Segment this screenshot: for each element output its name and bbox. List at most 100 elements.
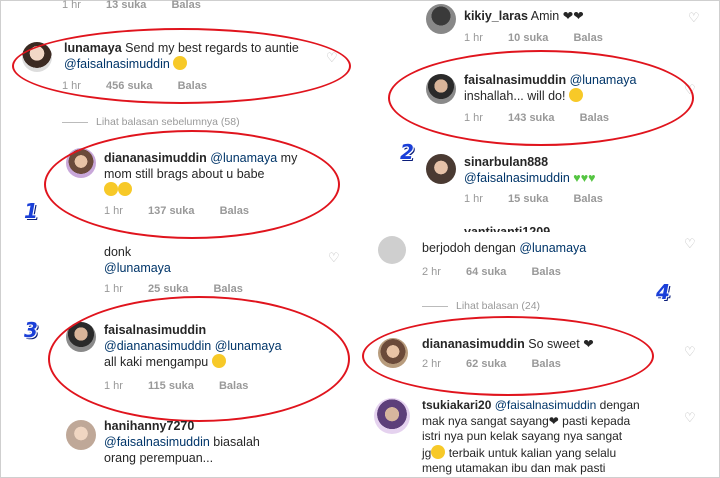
username[interactable]: diananasimuddin [104,151,207,165]
reply-button[interactable]: Balas [220,205,249,217]
comment-time: 1 hr [464,32,483,44]
comment-text: faisalnasimuddin @lunamaya inshallah... … [464,72,694,104]
comment-text: faisalnasimuddin @diananasimuddin @lunam… [104,322,334,370]
like-count[interactable]: 25 suka [148,283,188,295]
mention-link[interactable]: @lunamaya [519,241,586,255]
heart-emoji-icon: ❤ [548,413,559,428]
comment-meta: 2 hr 62 suka Balas [422,358,583,370]
comment-meta: 1 hr 143 suka Balas [464,112,631,124]
username[interactable]: hanihanny7270 [104,419,194,433]
laugh-emoji-icon [118,182,132,196]
username[interactable]: sinarbulan888 [464,155,548,169]
avatar[interactable] [66,420,96,450]
reply-button[interactable]: Balas [219,380,248,392]
laugh-emoji-icon [104,182,118,196]
like-count[interactable]: 456 suka [106,80,152,92]
like-count[interactable]: 62 suka [466,358,506,370]
heart-icon[interactable]: ♡ [684,410,696,426]
comment-body: donk [104,245,132,259]
avatar[interactable] [426,4,456,34]
reply-button[interactable]: Balas [531,358,560,370]
comment-text: diananasimuddin @lunamaya my mom still b… [104,150,344,198]
mention-link[interactable]: @lunamaya [570,73,637,87]
comment-body: Send my best regards to auntie [125,41,299,55]
comment-meta: 1 hr 10 suka Balas [464,32,625,44]
heart-icon[interactable]: ♡ [688,10,700,26]
comment-body: pasti kepada [562,413,631,428]
mention-link[interactable]: @faisalnasimuddin [495,398,597,412]
comment-body: berjodoh dengan [422,241,516,255]
comment-time: 1 hr [104,380,123,392]
avatar[interactable] [378,338,408,368]
comment-meta: 1 hr 13 suka Balas [62,0,223,11]
like-count[interactable]: 13 suka [106,0,146,11]
like-count[interactable]: 143 suka [508,112,554,124]
comment-text: donk @lunamaya [104,244,324,276]
like-count[interactable]: 137 suka [148,205,194,217]
username[interactable]: faisalnasimuddin [104,323,206,337]
comment-time: 2 hr [422,358,441,370]
avatar[interactable] [374,398,410,434]
reply-button[interactable]: Balas [171,0,200,11]
reply-button[interactable]: Balas [531,266,560,278]
annotation-number: 3 [24,318,38,342]
avatar[interactable] [66,148,96,178]
smile-emoji-icon [568,88,583,102]
view-previous-replies[interactable]: Lihat balasan sebelumnya (58) [62,116,240,128]
mention-link[interactable]: @diananasimuddin [104,339,211,353]
reply-button[interactable]: Balas [573,193,602,205]
username[interactable]: kikiy_laras [464,9,528,23]
username[interactable]: faisalnasimuddin [464,73,566,87]
comment-time: 1 hr [464,112,483,124]
heart-icon[interactable]: ♡ [684,82,696,98]
avatar[interactable] [66,322,96,352]
annotation-number: 1 [24,199,38,223]
heart-icon[interactable]: ♡ [684,236,696,252]
avatar[interactable] [426,154,456,184]
like-count[interactable]: 64 suka [466,266,506,278]
username[interactable]: lunamaya [64,41,122,55]
comment-body: terbaik untuk kalian yang selalu [448,445,617,460]
comment-text: berjodoh dengan @lunamaya [422,240,682,256]
comment-meta: 1 hr 25 suka Balas [104,283,265,295]
mention-link[interactable]: @lunamaya [210,151,277,165]
username[interactable]: diananasimuddin [422,337,525,351]
avatar[interactable] [426,74,456,104]
comment-text: lunamaya Send my best regards to auntie … [64,40,324,72]
heart-icon[interactable]: ♡ [684,344,696,360]
mention-link[interactable]: @faisalnasimuddin [464,171,570,185]
like-count[interactable]: 10 suka [508,32,548,44]
heart-emoji-icon: ❤ [583,337,594,351]
comment-time: 1 hr [104,205,123,217]
heart-icon[interactable]: ♡ [326,50,338,66]
reply-button[interactable]: Balas [213,283,242,295]
like-count[interactable]: 15 suka [508,193,548,205]
comment-body: orang perempuan... [104,451,214,465]
reply-button[interactable]: Balas [573,32,602,44]
comment-time: 1 hr [62,80,81,92]
comment-body: jg [422,445,432,460]
like-count[interactable]: 115 suka [148,380,194,392]
annotation-number: 2 [400,140,414,164]
reply-button[interactable]: Balas [580,112,609,124]
comment-meta: 1 hr 115 suka Balas [104,380,270,392]
heart-icon[interactable]: ♡ [328,250,340,266]
avatar[interactable] [378,236,406,264]
mention-link[interactable]: @faisalnasimuddin [64,57,170,71]
mention-link[interactable]: @faisalnasimuddin [104,435,210,449]
comment-meta: 1 hr 15 suka Balas [464,193,625,205]
annotation-number: 4 [656,280,670,304]
comment-text: kikiy_laras Amin ❤❤ [464,8,694,24]
comment-meta: 1 hr 456 suka Balas [62,80,229,92]
comment-body: Amin [530,9,560,23]
comment-meta: 2 hr 64 suka Balas [422,266,583,278]
view-replies[interactable]: Lihat balasan (24) [422,300,540,312]
comment-text: diananasimuddin So sweet ❤ [422,336,682,352]
mention-link[interactable]: @lunamaya [215,339,282,353]
avatar[interactable] [22,42,52,72]
comment-body: mak nya sangat sayang [422,413,549,428]
username[interactable]: tsukiakari20 [422,398,491,412]
mention-link[interactable]: @lunamaya [104,261,171,275]
reply-button[interactable]: Balas [178,80,207,92]
username-partial: yantiyanti1209 [464,225,551,232]
